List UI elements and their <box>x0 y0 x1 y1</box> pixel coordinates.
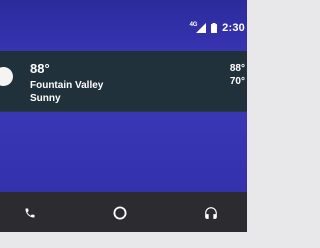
weather-location: Fountain Valley <box>30 80 104 91</box>
phone-button[interactable] <box>19 202 41 224</box>
home-button[interactable] <box>109 202 131 224</box>
high-temperature: 88° <box>229 63 245 74</box>
bottom-nav-bar <box>0 192 247 232</box>
weather-condition: Sunny <box>30 93 61 104</box>
main-content-area <box>0 112 247 192</box>
weather-card[interactable]: 88° Fountain Valley Sunny 88° 70° <box>0 51 247 112</box>
clock: 2:30 <box>222 22 245 34</box>
home-icon <box>113 206 127 220</box>
music-button[interactable] <box>200 202 222 224</box>
status-bar: 4G 2:30 <box>0 0 247 51</box>
phone-icon <box>25 208 35 218</box>
low-temperature: 70° <box>229 76 245 87</box>
headphones-icon <box>205 207 217 219</box>
android-auto-screen: 4G 2:30 88° Fountain Valley Sunny 88° 70… <box>0 0 247 232</box>
network-type-label: 4G <box>189 22 198 28</box>
battery-icon <box>211 23 218 33</box>
sun-icon <box>0 67 13 86</box>
signal-icon <box>196 23 207 33</box>
current-temperature: 88° <box>30 61 50 76</box>
status-icons: 4G 2:30 <box>190 21 245 35</box>
